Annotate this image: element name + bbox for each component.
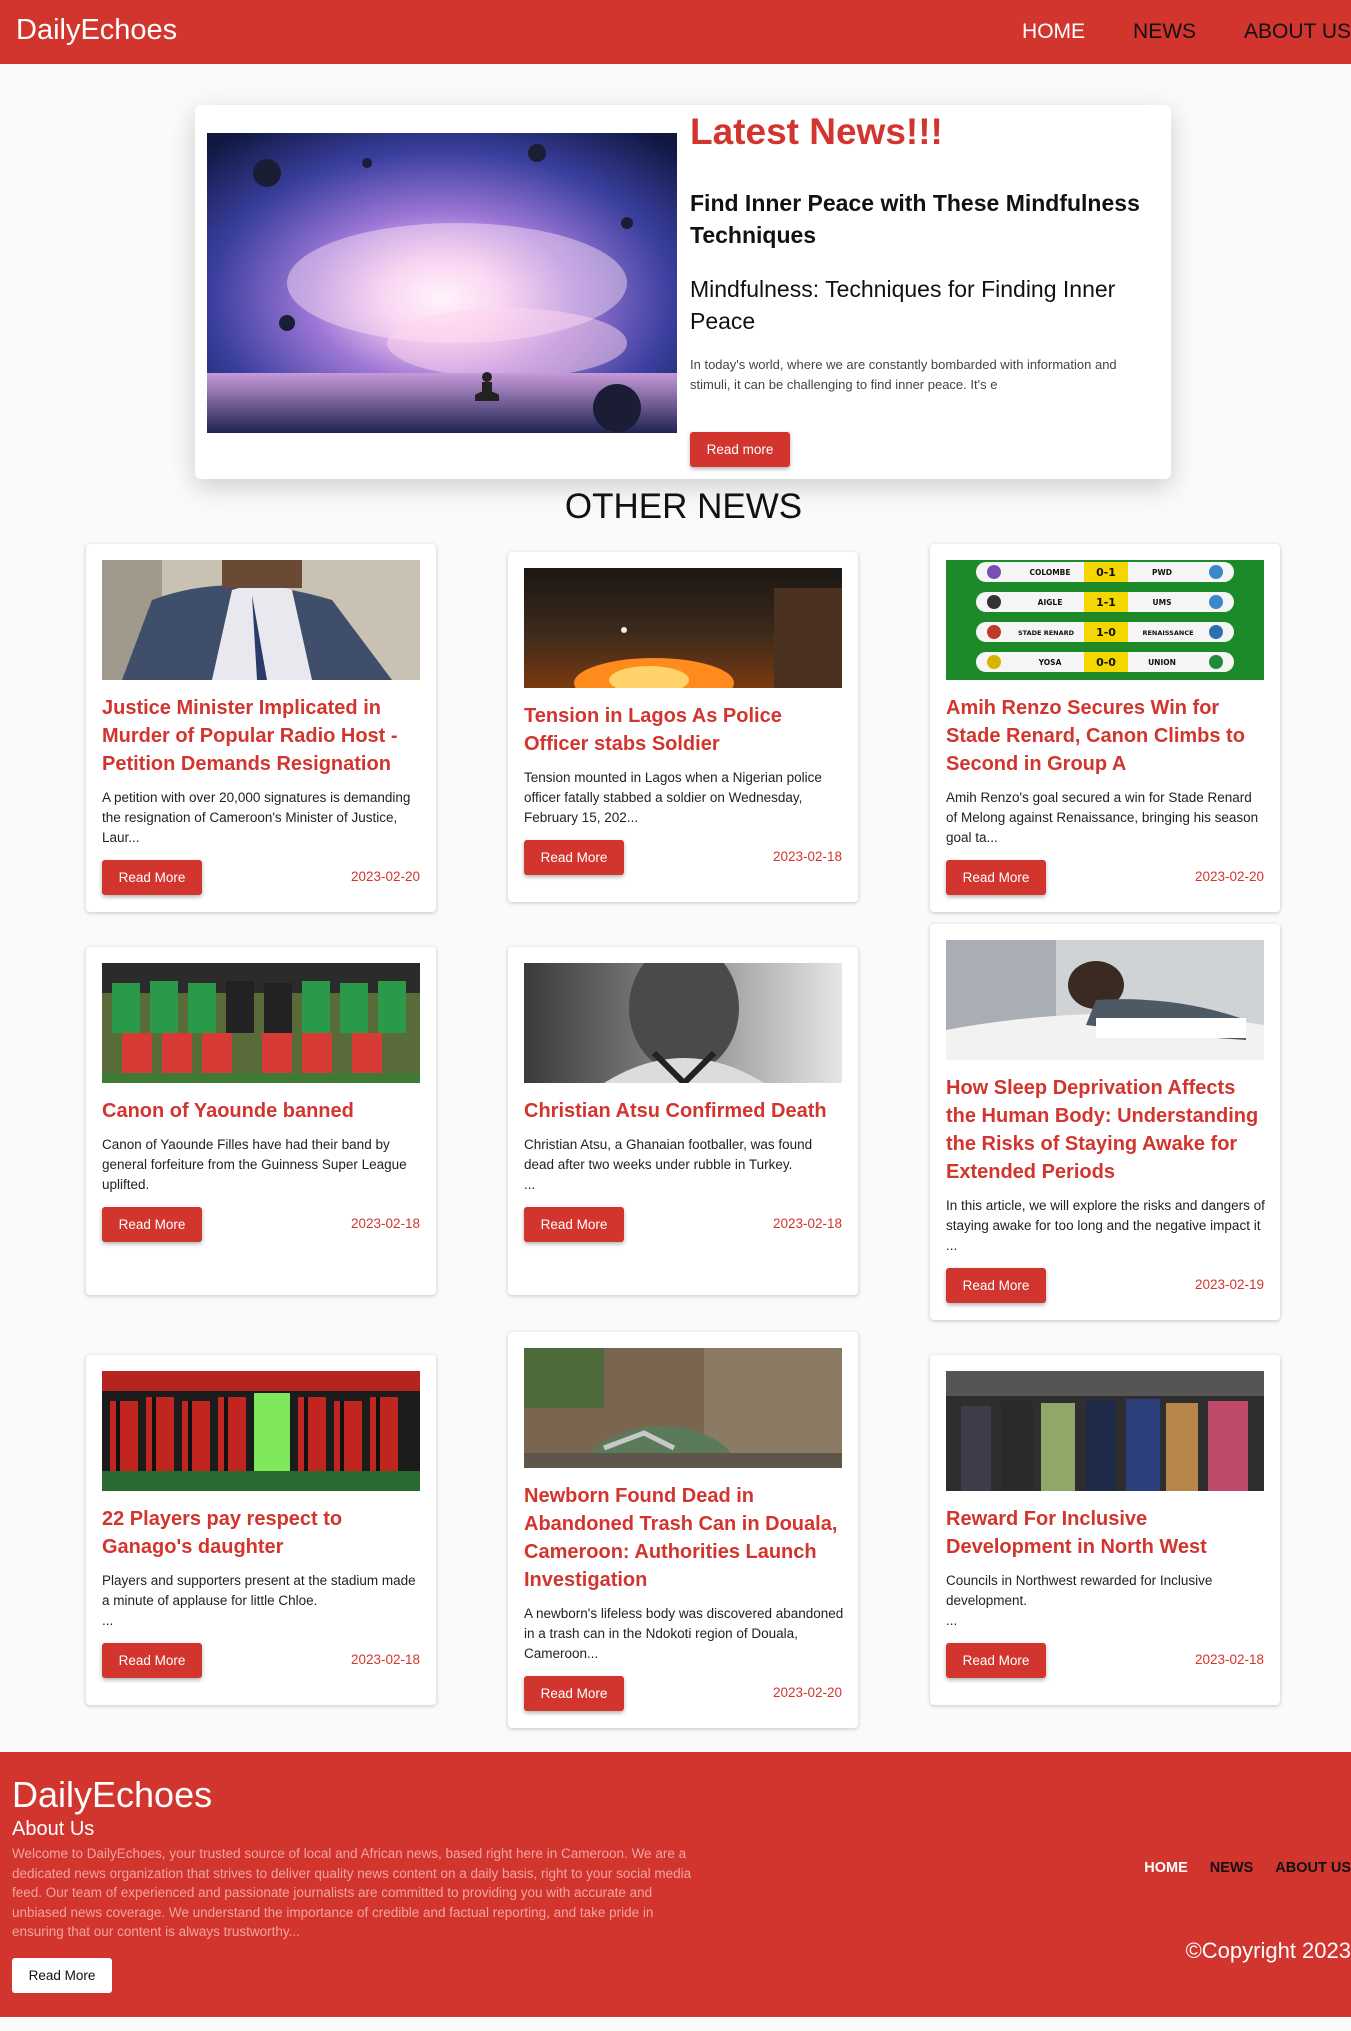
footer-logo[interactable]: DailyEchoes bbox=[12, 1774, 212, 1816]
news-card: Canon of Yaounde banned Canon of Yaounde… bbox=[86, 947, 436, 1295]
scoreboard-away: UMS bbox=[1153, 598, 1172, 607]
news-card-read-more-button[interactable]: Read More bbox=[524, 1207, 624, 1242]
scoreboard-home: STADE RENARD bbox=[1018, 629, 1075, 637]
scoreboard-score: 0-1 bbox=[1096, 566, 1116, 579]
footer-nav-links: HOME NEWS ABOUT US bbox=[1144, 1860, 1351, 1876]
site-logo[interactable]: DailyEchoes bbox=[16, 14, 177, 47]
scoreboard-home: YOSA bbox=[1038, 658, 1062, 667]
scoreboard-away: PWD bbox=[1152, 568, 1172, 577]
news-card-date: 2023-02-18 bbox=[1194, 1652, 1264, 1667]
scoreboard-home: COLOMBE bbox=[1029, 568, 1070, 577]
news-card-excerpt: A newborn's lifeless body was discovered… bbox=[524, 1606, 844, 1661]
news-card-excerpt: A petition with over 20,000 signatures i… bbox=[102, 790, 411, 845]
news-card-excerpt: Christian Atsu, a Ghanaian footballer, w… bbox=[524, 1137, 813, 1172]
news-card-title[interactable]: Amih Renzo Secures Win for Stade Renard,… bbox=[946, 694, 1266, 778]
news-card-image bbox=[102, 1371, 420, 1491]
news-card-read-more-button[interactable]: Read More bbox=[102, 860, 202, 895]
news-card-title[interactable]: Tension in Lagos As Police Officer stabs… bbox=[524, 702, 844, 758]
news-card-image bbox=[102, 560, 420, 680]
footer-news-link[interactable]: NEWS bbox=[1210, 1860, 1254, 1876]
news-card-image bbox=[946, 940, 1264, 1060]
news-card: Tension in Lagos As Police Officer stabs… bbox=[508, 552, 858, 902]
news-card-title[interactable]: How Sleep Deprivation Affects the Human … bbox=[946, 1074, 1266, 1186]
news-card-excerpt: Canon of Yaounde Filles have had their b… bbox=[102, 1137, 407, 1192]
featured-article-title: Find Inner Peace with These Mindfulness … bbox=[690, 190, 1140, 248]
news-card-image: COLOMBE 0-1 PWD AIGLE 1-1 UMS STADE RENA… bbox=[946, 560, 1264, 680]
news-card-image bbox=[946, 1371, 1264, 1491]
news-card-read-more-button[interactable]: Read More bbox=[946, 1268, 1046, 1303]
news-card: Newborn Found Dead in Abandoned Trash Ca… bbox=[508, 1332, 858, 1728]
news-card-read-more-button[interactable]: Read More bbox=[946, 1643, 1046, 1678]
footer-home-link[interactable]: HOME bbox=[1144, 1860, 1188, 1876]
footer-about-link[interactable]: ABOUT US bbox=[1275, 1860, 1351, 1876]
news-card-excerpt: Tension mounted in Lagos when a Nigerian… bbox=[524, 770, 822, 825]
scoreboard-home: AIGLE bbox=[1038, 598, 1063, 607]
news-card-read-more-button[interactable]: Read More bbox=[102, 1207, 202, 1242]
featured-article-subtitle: Mindfulness: Techniques for Finding Inne… bbox=[690, 276, 1116, 334]
news-card-title[interactable]: Justice Minister Implicated in Murder of… bbox=[102, 694, 422, 778]
news-card-date: 2023-02-19 bbox=[1194, 1277, 1264, 1292]
footer-copyright: ©Copyright 2023 bbox=[1186, 1938, 1351, 1964]
nav-news-link[interactable]: NEWS bbox=[1133, 20, 1196, 44]
news-card-date: 2023-02-18 bbox=[772, 1216, 842, 1231]
footer-about-text: Welcome to DailyEchoes, your trusted sou… bbox=[12, 1846, 692, 1939]
news-card-image bbox=[524, 1348, 842, 1468]
news-card-date: 2023-02-20 bbox=[772, 1685, 842, 1700]
news-card: Christian Atsu Confirmed Death Christian… bbox=[508, 947, 858, 1295]
featured-article-image bbox=[207, 133, 677, 433]
news-card: 22 Players pay respect to Ganago's daugh… bbox=[86, 1355, 436, 1705]
scoreboard-away: RENAISSANCE bbox=[1142, 629, 1193, 637]
featured-article-card: Latest News!!! Find Inner Peace with The… bbox=[195, 105, 1171, 479]
news-card-read-more-button[interactable]: Read More bbox=[946, 860, 1046, 895]
news-card-date: 2023-02-18 bbox=[772, 849, 842, 864]
news-card-image bbox=[524, 963, 842, 1083]
news-card-date: 2023-02-18 bbox=[350, 1652, 420, 1667]
top-navbar: DailyEchoes HOME NEWS ABOUT US bbox=[0, 0, 1351, 64]
scoreboard-away: UNION bbox=[1148, 658, 1176, 667]
nav-links: HOME NEWS ABOUT US bbox=[1022, 20, 1351, 44]
footer-read-more-button[interactable]: Read More bbox=[12, 1958, 112, 1993]
featured-article-excerpt: In today's world, where we are constantl… bbox=[690, 357, 1117, 392]
news-card-ellipsis: ... bbox=[524, 1177, 536, 1192]
news-card-image bbox=[102, 963, 420, 1083]
news-card-date: 2023-02-18 bbox=[350, 1216, 420, 1231]
news-card-date: 2023-02-20 bbox=[1194, 869, 1264, 884]
news-card-title[interactable]: Christian Atsu Confirmed Death bbox=[524, 1097, 844, 1125]
news-card: Justice Minister Implicated in Murder of… bbox=[86, 544, 436, 912]
news-card-read-more-button[interactable]: Read More bbox=[524, 840, 624, 875]
news-card: COLOMBE 0-1 PWD AIGLE 1-1 UMS STADE RENA… bbox=[930, 544, 1280, 912]
news-card-title[interactable]: Reward For Inclusive Development in Nort… bbox=[946, 1505, 1266, 1561]
footer-copyright-text: Copyright 2023 bbox=[1201, 1938, 1351, 1963]
latest-news-heading: Latest News!!! bbox=[690, 111, 943, 152]
nav-home-link[interactable]: HOME bbox=[1022, 20, 1085, 44]
site-footer: DailyEchoes About Us Welcome to DailyEch… bbox=[0, 1752, 1351, 2017]
footer-about-heading: About Us bbox=[12, 1818, 95, 1840]
news-card-title[interactable]: Canon of Yaounde banned bbox=[102, 1097, 422, 1125]
news-card-ellipsis: ... bbox=[102, 1613, 114, 1628]
scoreboard-score: 1-0 bbox=[1096, 626, 1116, 639]
copyright-icon: © bbox=[1185, 1938, 1202, 1963]
news-card-excerpt: Players and supporters present at the st… bbox=[102, 1573, 416, 1608]
other-news-heading: OTHER NEWS bbox=[564, 487, 803, 526]
news-card-read-more-button[interactable]: Read More bbox=[524, 1676, 624, 1711]
nav-about-link[interactable]: ABOUT US bbox=[1244, 20, 1351, 44]
scoreboard-score: 1-1 bbox=[1096, 596, 1116, 609]
news-card: How Sleep Deprivation Affects the Human … bbox=[930, 924, 1280, 1320]
news-card-read-more-button[interactable]: Read More bbox=[102, 1643, 202, 1678]
news-card-title[interactable]: Newborn Found Dead in Abandoned Trash Ca… bbox=[524, 1482, 844, 1594]
scoreboard-score: 0-0 bbox=[1096, 656, 1116, 669]
news-card: Reward For Inclusive Development in Nort… bbox=[930, 1355, 1280, 1705]
news-card-excerpt: Amih Renzo's goal secured a win for Stad… bbox=[946, 790, 1259, 845]
news-card-title[interactable]: 22 Players pay respect to Ganago's daugh… bbox=[102, 1505, 422, 1561]
featured-read-more-button[interactable]: Read more bbox=[690, 432, 790, 467]
news-card-excerpt: Councils in Northwest rewarded for Inclu… bbox=[946, 1573, 1213, 1608]
news-card-date: 2023-02-20 bbox=[350, 869, 420, 884]
news-card-ellipsis: ... bbox=[946, 1613, 958, 1628]
news-card-image bbox=[524, 568, 842, 688]
news-card-excerpt: In this article, we will explore the ris… bbox=[946, 1198, 1265, 1253]
